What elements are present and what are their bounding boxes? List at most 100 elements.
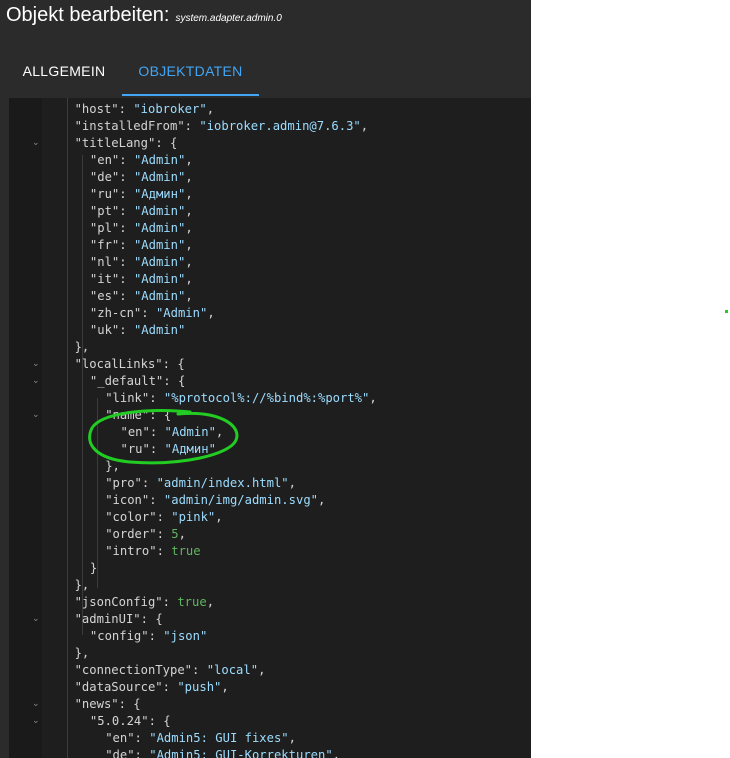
json-string: "admin/img/admin.svg" [163, 493, 318, 507]
code-line: "pro": "admin/index.html", [105, 475, 296, 492]
json-punct: : [119, 272, 134, 286]
json-punct: , [360, 119, 369, 133]
json-punct: : [119, 170, 134, 184]
json-key: "color" [105, 510, 157, 524]
json-punct: , [185, 255, 193, 269]
json-punct: }, [105, 459, 120, 473]
json-punct: , [258, 663, 266, 677]
fold-chevron-icon[interactable]: ⌄ [32, 139, 40, 148]
json-string: "Admin" [133, 238, 186, 252]
code-line: "it": "Admin", [90, 271, 193, 288]
tab-allgemein[interactable]: ALLGEMEIN [12, 50, 116, 96]
editor-gutter: ⌄ ⌄ ⌄ ⌄ ⌄ ⌄ ⌄ [9, 98, 42, 758]
code-line: "intro": true [105, 543, 200, 560]
json-punct: , [206, 102, 215, 116]
json-punct: : [156, 527, 172, 541]
json-string: "pink" [171, 510, 216, 524]
json-string: "Admin5: GUI-Korrekturen" [149, 748, 333, 758]
json-punct: : [149, 493, 164, 507]
json-string: "admin/index.html" [156, 476, 289, 490]
code-line: "link": "%protocol%://%bind%:%port%", [105, 390, 377, 407]
json-punct: : [162, 680, 178, 694]
json-punct: : [156, 510, 172, 524]
tab-objektdaten[interactable]: OBJEKTDATEN [122, 50, 259, 96]
code-line: "de": "Admin5: GUI-Korrekturen", [105, 747, 340, 758]
json-string: "local" [206, 663, 259, 677]
indent-guide [66, 98, 68, 758]
json-string: "Admin" [133, 323, 186, 337]
code-line: "titleLang": { [75, 135, 178, 152]
code-line: }, [75, 339, 90, 356]
json-key: "name" [105, 408, 150, 422]
json-literal: true [177, 595, 207, 609]
indent-guide [81, 155, 83, 635]
json-key: "news" [74, 697, 119, 711]
json-punct: , [318, 493, 326, 507]
json-punct: , [185, 170, 193, 184]
json-string: "Admin" [133, 204, 186, 218]
json-key: "link" [105, 391, 150, 405]
fold-chevron-icon[interactable]: ⌄ [32, 360, 40, 369]
json-code-editor[interactable]: ⌄ ⌄ ⌄ ⌄ ⌄ ⌄ ⌄ "host": "iobroker", "installedFro… [9, 98, 531, 758]
json-string: "iobroker" [133, 102, 207, 116]
json-key: "en" [89, 153, 120, 167]
json-key: "nl" [89, 255, 120, 269]
json-string: "Admin" [164, 425, 216, 439]
fold-chevron-icon[interactable]: ⌄ [32, 377, 40, 386]
json-string: "Admin" [133, 255, 186, 269]
code-line: "localLinks": { [75, 356, 185, 373]
json-key: "dataSource" [74, 680, 163, 694]
json-key: "order" [105, 527, 157, 541]
json-punct: : [162, 595, 178, 609]
fold-chevron-icon[interactable]: ⌄ [32, 717, 40, 726]
edit-object-dialog: Objekt bearbeiten: system.adapter.admin.0… [0, 0, 531, 758]
code-line: "color": "pink", [105, 509, 222, 526]
json-punct: : [149, 391, 164, 405]
json-key: "config" [89, 629, 149, 643]
fold-chevron-icon[interactable]: ⌄ [32, 615, 40, 624]
json-punct: : { [140, 612, 163, 626]
fold-chevron-icon[interactable]: ⌄ [32, 411, 40, 420]
json-string: "iobroker.admin@7.6.3" [199, 119, 361, 133]
code-line: "order": 5, [105, 526, 186, 543]
json-punct: : [119, 238, 134, 252]
json-punct: }, [74, 340, 90, 354]
json-string: "%protocol%://%bind%:%port%" [163, 391, 370, 405]
json-punct: , [215, 510, 223, 524]
code-area[interactable]: "host": "iobroker", "installedFrom": "iob… [42, 98, 531, 758]
object-id-label: system.adapter.admin.0 [175, 13, 282, 24]
json-string: "Admin" [155, 306, 208, 320]
json-literal: 5 [171, 527, 179, 541]
json-literal: true [171, 544, 201, 558]
code-line: "config": "json" [90, 628, 207, 645]
code-line: "fr": "Admin", [90, 237, 193, 254]
code-line: "es": "Admin", [90, 288, 193, 305]
json-punct: }, [74, 646, 90, 660]
dialog-title-text: Objekt bearbeiten: [6, 4, 170, 26]
json-punct: : { [149, 408, 172, 422]
code-line: "pt": "Admin", [90, 203, 193, 220]
fold-chevron-icon[interactable]: ⌄ [32, 700, 40, 709]
json-string: "Admin" [133, 221, 186, 235]
json-punct: , [206, 595, 215, 609]
code-line: "en": "Admin5: GUI fixes", [105, 730, 296, 747]
json-punct: : [134, 731, 150, 745]
code-line: "zh-cn": "Admin", [90, 305, 215, 322]
json-key: "pl" [89, 221, 120, 235]
json-punct: : { [163, 374, 186, 388]
code-line: }, [75, 645, 90, 662]
json-punct: : [118, 102, 134, 116]
json-key: "ru" [89, 187, 120, 201]
json-string: "Admin" [133, 153, 186, 167]
json-punct: , [288, 731, 296, 745]
green-dot-marker [725, 310, 728, 313]
json-string: "Admin" [133, 289, 186, 303]
json-key: "pt" [89, 204, 120, 218]
code-line: "nl": "Admin", [90, 254, 193, 271]
json-punct: : [141, 306, 156, 320]
json-key: "_default" [89, 374, 164, 388]
json-punct: : { [118, 697, 141, 711]
json-key: "uk" [89, 323, 120, 337]
json-key: "5.0.24" [89, 714, 149, 728]
json-key: "fr" [89, 238, 120, 252]
